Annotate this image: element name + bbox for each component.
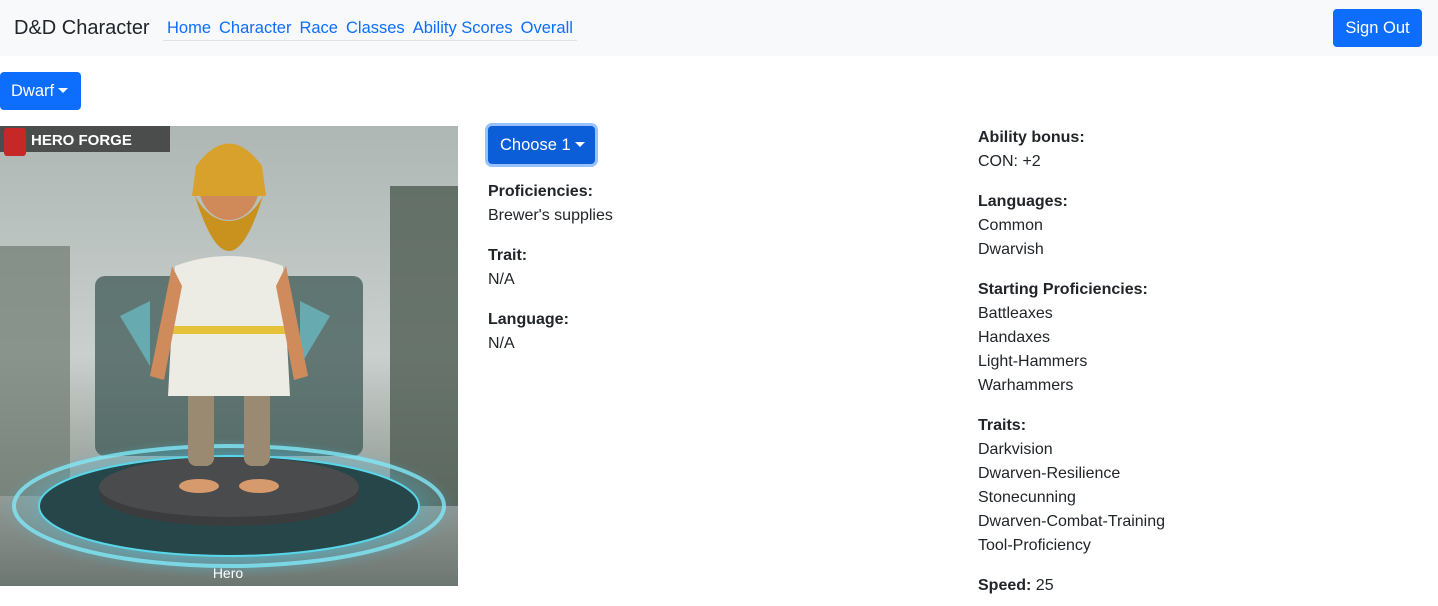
- list-item: Dwarven-Resilience: [978, 465, 1121, 482]
- nav-link-classes[interactable]: Classes: [346, 17, 405, 40]
- race-info: Ability bonus: CON: +2 Languages: Common…: [978, 126, 1418, 606]
- list-item: Common: [978, 217, 1043, 234]
- language-label: Language:: [488, 311, 569, 328]
- nav-link-overall[interactable]: Overall: [521, 17, 573, 40]
- list-item: Handaxes: [978, 329, 1051, 346]
- hero-caption: Hero: [213, 565, 244, 581]
- choice-proficiencies: Proficiencies: Brewer's supplies: [488, 180, 908, 228]
- speed-label: Speed:: [978, 577, 1032, 594]
- traits-section: Traits: Darkvision Dwarven-Resilience St…: [978, 414, 1418, 558]
- caret-down-icon: [58, 88, 69, 93]
- speed-value: 25: [1035, 577, 1054, 594]
- choice-details: Proficiencies: Brewer's supplies Trait: …: [488, 180, 908, 372]
- top-navbar: D&D Character Home Character Race Classe…: [0, 0, 1438, 56]
- hero-forge-logo: HERO FORGE: [31, 132, 132, 149]
- nav-links: Home Character Race Classes Ability Scor…: [163, 17, 577, 41]
- speed-section: Speed: 25: [978, 574, 1418, 598]
- nav-link-character[interactable]: Character: [219, 17, 291, 40]
- starting-proficiencies-label: Starting Proficiencies:: [978, 281, 1148, 298]
- navbar-brand[interactable]: D&D Character: [14, 16, 150, 40]
- list-item: Warhammers: [978, 377, 1074, 394]
- list-item: Battleaxes: [978, 305, 1053, 322]
- list-item: Light-Hammers: [978, 353, 1088, 370]
- nav-link-home[interactable]: Home: [167, 17, 211, 40]
- list-item: Darkvision: [978, 441, 1053, 458]
- choose-option-dropdown[interactable]: Choose 1: [488, 126, 595, 164]
- proficiencies-label: Proficiencies:: [488, 183, 593, 200]
- hero-render-illustration: HERO FORGE Hero: [0, 126, 458, 586]
- languages-section: Languages: Common Dwarvish: [978, 190, 1418, 262]
- caret-down-icon: [574, 142, 585, 147]
- choice-trait: Trait: N/A: [488, 244, 908, 292]
- nav-link-ability-scores[interactable]: Ability Scores: [413, 17, 513, 40]
- list-item: Tool-Proficiency: [978, 537, 1091, 554]
- ability-bonus-label: Ability bonus:: [978, 129, 1085, 146]
- sign-out-button[interactable]: Sign Out: [1333, 9, 1422, 47]
- race-select-label: Dwarf: [11, 82, 55, 100]
- list-item: Stonecunning: [978, 489, 1076, 506]
- race-select-dropdown[interactable]: Dwarf: [0, 72, 81, 110]
- list-item: Dwarven-Combat-Training: [978, 513, 1166, 530]
- list-item: Dwarvish: [978, 241, 1044, 258]
- ability-bonus-section: Ability bonus: CON: +2: [978, 126, 1418, 174]
- ability-bonus-value: CON: +2: [978, 153, 1041, 170]
- choice-language: Language: N/A: [488, 308, 908, 356]
- race-hero-image: HERO FORGE Hero: [0, 126, 458, 586]
- languages-label: Languages:: [978, 193, 1068, 210]
- proficiencies-value: Brewer's supplies: [488, 207, 613, 224]
- nav-link-race[interactable]: Race: [299, 17, 338, 40]
- language-value: N/A: [488, 335, 515, 352]
- choose-option-label: Choose 1: [500, 136, 571, 154]
- starting-proficiencies-section: Starting Proficiencies: Battleaxes Handa…: [978, 278, 1418, 398]
- traits-label: Traits:: [978, 417, 1027, 434]
- trait-label: Trait:: [488, 247, 528, 264]
- trait-value: N/A: [488, 271, 515, 288]
